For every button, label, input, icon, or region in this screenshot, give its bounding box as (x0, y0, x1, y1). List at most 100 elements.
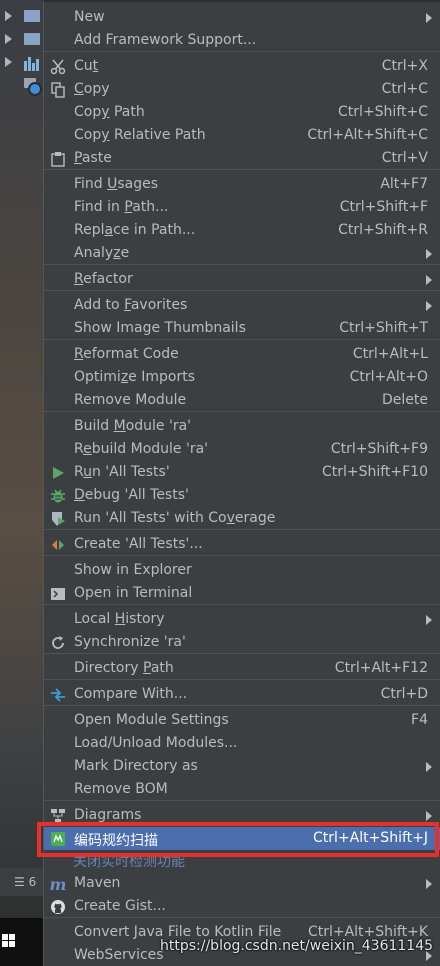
menu-item-show-image-thumbnails[interactable]: Show Image Thumbnails Ctrl+Shift+T (44, 317, 440, 340)
windows-start-icon[interactable] (2, 934, 16, 948)
menu-item-synchronize-ra[interactable]: Synchronize 'ra' (44, 631, 440, 654)
menu-item-label: WebServices (74, 947, 164, 963)
menu-item-run-all-tests-with-coverage[interactable]: Run 'All Tests' with Coverage (44, 507, 440, 530)
menu-item-cut[interactable]: Cut Ctrl+X (44, 55, 440, 78)
menu-item-copy-relative-path[interactable]: Copy Relative Path Ctrl+Alt+Shift+C (44, 124, 440, 147)
create-config-icon (50, 537, 66, 553)
menu-item-local-history[interactable]: Local History (44, 608, 440, 631)
menu-item-run-all-tests[interactable]: Run 'All Tests' Ctrl+Shift+F10 (44, 461, 440, 484)
menu-separator (44, 705, 440, 706)
menu-item-label: Find Usages (74, 176, 159, 192)
menu-item-new[interactable]: New (44, 6, 440, 29)
menu-item-label: Debug 'All Tests' (74, 487, 189, 503)
submenu-arrow-icon (426, 811, 432, 821)
menu-separator (44, 264, 440, 265)
menu-item-label: Local History (74, 611, 165, 627)
menu-item-open-in-terminal[interactable]: Open in Terminal (44, 582, 440, 605)
menu-item-remove-bom[interactable]: Remove BOM (44, 778, 440, 801)
menu-item-build-module-ra[interactable]: Build Module 'ra' (44, 415, 440, 438)
menu-item-label: Create Gist... (74, 898, 166, 914)
menu-item-open-module-settings[interactable]: Open Module Settings F4 (44, 709, 440, 732)
menu-item-shortcut: Alt+F7 (380, 176, 428, 192)
expand-arrow-icon[interactable] (5, 11, 12, 21)
menu-item-label: Rebuild Module 'ra' (74, 441, 208, 457)
menu-item-label: Analyze (74, 245, 130, 261)
menu-item-shortcut: Ctrl+Alt+L (352, 346, 428, 362)
expand-arrow-icon[interactable] (5, 57, 12, 67)
menu-item-directory-path[interactable]: Directory Path Ctrl+Alt+F12 (44, 657, 440, 680)
menu-item-load-unload-modules[interactable]: Load/Unload Modules... (44, 732, 440, 755)
menu-item-refactor[interactable]: Refactor (44, 268, 440, 291)
menu-item-label: Copy Path (74, 104, 145, 120)
menu-separator (44, 604, 440, 605)
menu-item-label: Optimize Imports (74, 369, 195, 385)
menu-item-shortcut: Ctrl+Shift+F (339, 199, 428, 215)
menu-item-shortcut: F4 (411, 712, 428, 728)
menu-item-shortcut: Delete (382, 392, 428, 408)
menu-item-shortcut: Ctrl+V (381, 150, 428, 166)
submenu-arrow-icon (426, 762, 432, 772)
menu-item-analyze[interactable]: Analyze (44, 242, 440, 265)
menu-item-label: Replace in Path... (74, 222, 196, 238)
tree-row[interactable] (0, 4, 44, 28)
copy-icon (50, 82, 66, 98)
menu-item-replace-in-path[interactable]: Replace in Path... Ctrl+Shift+R (44, 219, 440, 242)
menu-item-show-in-explorer[interactable]: Show in Explorer (44, 559, 440, 582)
menu-item-shortcut: Ctrl+Shift+T (339, 320, 428, 336)
menu-item-find-usages[interactable]: Find Usages Alt+F7 (44, 173, 440, 196)
menu-item-label: Show Image Thumbnails (74, 320, 246, 336)
menu-item-debug-all-tests[interactable]: Debug 'All Tests' (44, 484, 440, 507)
compare-icon (50, 687, 66, 703)
menu-item-label: Run 'All Tests' (74, 464, 170, 480)
sync-icon (50, 635, 66, 651)
menu-item-remove-module[interactable]: Remove Module Delete (44, 389, 440, 412)
menu-separator (44, 555, 440, 556)
menu-item-label: Cut (74, 58, 99, 74)
tree-row[interactable] (0, 50, 44, 74)
folder-icon (24, 10, 40, 22)
menu-item-label: Build Module 'ra' (74, 418, 191, 434)
submenu-arrow-icon (426, 301, 432, 311)
menu-item-compare-with[interactable]: Compare With... Ctrl+D (44, 683, 440, 706)
menu-item-add-framework-support[interactable]: Add Framework Support... (44, 29, 440, 52)
menu-item-label: Maven (74, 875, 121, 891)
menu-item-maven[interactable]: m Maven (44, 872, 440, 895)
menu-item-shortcut: Ctrl+Shift+F10 (321, 464, 428, 480)
menu-item-label: Copy (74, 81, 110, 97)
menu-separator (44, 411, 440, 412)
menu-item-copy-path[interactable]: Copy Path Ctrl+Shift+C (44, 101, 440, 124)
expand-arrow-icon[interactable] (5, 34, 12, 44)
menu-item-label: Find in Path... (74, 199, 169, 215)
menu-item-rebuild-module-ra[interactable]: Rebuild Module 'ra' Ctrl+Shift+F9 (44, 438, 440, 461)
menu-item-label: Refactor (74, 271, 133, 287)
menu-item-shortcut: Ctrl+X (381, 58, 428, 74)
menu-item-copy[interactable]: Copy Ctrl+C (44, 78, 440, 101)
tree-row[interactable] (0, 74, 44, 98)
menu-item-add-to-favorites[interactable]: Add to Favorites (44, 294, 440, 317)
menu-item-create-all-tests[interactable]: Create 'All Tests'... (44, 533, 440, 556)
bottom-tool-window-button[interactable]: ☰ 6 (0, 868, 44, 896)
menu-item-find-in-path[interactable]: Find in Path... Ctrl+Shift+F (44, 196, 440, 219)
menu-item-label: Copy Relative Path (74, 127, 206, 143)
menu-item-label: Show in Explorer (74, 562, 192, 578)
menu-item-mark-directory-as[interactable]: Mark Directory as (44, 755, 440, 778)
menu-item-label: Compare With... (74, 686, 188, 702)
menu-item-label: Mark Directory as (74, 758, 198, 774)
menu-separator (44, 51, 440, 52)
menu-item-label: Load/Unload Modules... (74, 735, 238, 751)
menu-item-create-gist[interactable]: Create Gist... (44, 895, 440, 918)
menu-item-label: Open in Terminal (74, 585, 193, 601)
submenu-arrow-icon (426, 275, 432, 285)
tree-row[interactable] (0, 27, 44, 51)
menu-item-label: Synchronize 'ra' (74, 634, 186, 650)
menu-item-reformat-code[interactable]: Reformat Code Ctrl+Alt+L (44, 343, 440, 366)
menu-item-paste[interactable]: Paste Ctrl+V (44, 147, 440, 170)
menu-item-label: Directory Path (74, 660, 174, 676)
menu-item-label: Add to Favorites (74, 297, 188, 313)
menu-separator (44, 800, 440, 801)
menu-item-label: Run 'All Tests' with Coverage (74, 510, 276, 526)
submenu-arrow-icon (426, 615, 432, 625)
scissors-icon (50, 59, 66, 75)
menu-item-optimize-imports[interactable]: Optimize Imports Ctrl+Alt+O (44, 366, 440, 389)
watermark-text: https://blog.csdn.net/weixin_43611145 (160, 938, 434, 954)
